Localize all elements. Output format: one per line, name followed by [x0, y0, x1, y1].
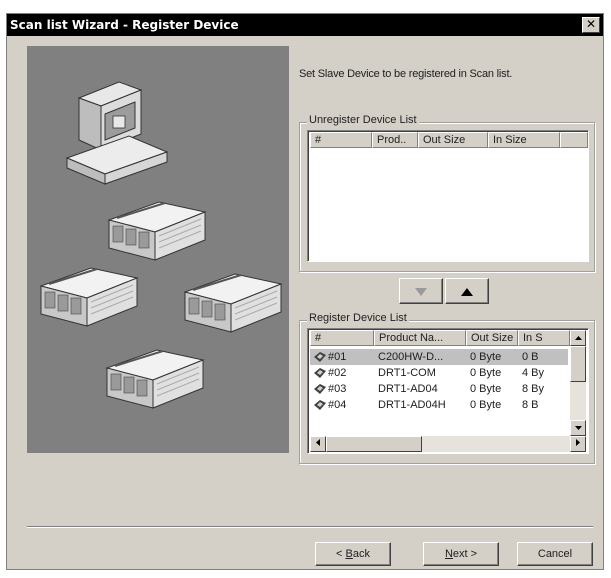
- title-bar[interactable]: Scan list Wizard - Register Device ✕: [7, 14, 603, 36]
- scroll-up-button[interactable]: [570, 330, 586, 346]
- scroll-down-icon: [574, 426, 582, 430]
- unregister-col-in-size[interactable]: In Size: [488, 132, 560, 148]
- arrow-down-icon: [415, 288, 427, 296]
- register-row[interactable]: #01 C200HW-D... 0 Byte 0 B: [310, 349, 568, 365]
- footer-separator: [27, 526, 593, 528]
- register-col-product[interactable]: Product Na...: [374, 330, 466, 346]
- register-row-in-size: 4 By: [522, 367, 545, 379]
- scroll-right-button[interactable]: [570, 436, 586, 452]
- register-group-label: Register Device List: [307, 312, 409, 324]
- unregister-col-number[interactable]: #: [310, 132, 372, 148]
- scroll-right-icon: [576, 439, 580, 446]
- device-icon: [314, 368, 326, 378]
- register-col-in-size[interactable]: In S: [518, 330, 570, 346]
- slave-device-unit-4: [106, 349, 204, 409]
- device-icon: [314, 384, 326, 394]
- register-row-product: DRT1-AD04H: [378, 399, 446, 411]
- register-row-number: #01: [328, 351, 347, 363]
- back-button-prefix: <: [336, 548, 346, 560]
- wizard-window: Scan list Wizard - Register Device ✕ Set…: [6, 13, 604, 570]
- close-button[interactable]: ✕: [582, 17, 600, 33]
- register-row-number: #02: [328, 367, 347, 379]
- device-icon: [314, 400, 326, 410]
- register-row-in-size: 0 B: [522, 351, 539, 363]
- register-col-out-size[interactable]: Out Size: [466, 330, 518, 346]
- register-row-number: #03: [328, 383, 347, 395]
- register-row[interactable]: #02 DRT1-COM 0 Byte 4 By: [310, 365, 568, 381]
- register-row[interactable]: #03 DRT1-AD04 0 Byte 8 By: [310, 381, 568, 397]
- unregister-col-out-size[interactable]: Out Size: [418, 132, 488, 148]
- register-row-out-size: 0 Byte: [470, 383, 502, 395]
- register-row-out-size: 0 Byte: [470, 367, 502, 379]
- register-row-number: #04: [328, 399, 347, 411]
- unregister-device-list[interactable]: # Prod.. Out Size In Size: [307, 130, 589, 262]
- register-row-out-size: 0 Byte: [470, 351, 502, 363]
- arrow-up-icon: [461, 288, 473, 296]
- register-device-list[interactable]: # Product Na... Out Size In S #01 C200HW…: [307, 328, 589, 454]
- unregister-col-product[interactable]: Prod..: [372, 132, 418, 148]
- next-button[interactable]: Next >: [423, 542, 499, 566]
- slave-device-unit-1: [108, 201, 206, 261]
- scroll-thumb[interactable]: [570, 346, 586, 382]
- register-row-in-size: 8 B: [522, 399, 539, 411]
- slave-device-unit-2: [40, 267, 138, 327]
- back-button[interactable]: < Back: [315, 542, 391, 566]
- register-horizontal-scrollbar[interactable]: [310, 436, 586, 452]
- scroll-up-icon: [574, 336, 582, 340]
- register-vertical-scrollbar[interactable]: [570, 330, 586, 436]
- slave-device-unit-3: [184, 273, 282, 333]
- horizontal-scroll-thumb[interactable]: [326, 436, 422, 452]
- move-down-button[interactable]: [399, 278, 443, 304]
- next-button-label: ext >: [452, 548, 478, 560]
- instruction-text: Set Slave Device to be registered in Sca…: [299, 68, 513, 80]
- scroll-left-button[interactable]: [310, 436, 326, 452]
- next-button-accelerator: N: [444, 548, 453, 560]
- cancel-button[interactable]: Cancel: [517, 542, 593, 566]
- register-col-number[interactable]: #: [310, 330, 374, 346]
- register-row-product: DRT1-AD04: [378, 383, 438, 395]
- network-illustration: [27, 46, 289, 453]
- unregister-group-label: Unregister Device List: [307, 114, 419, 126]
- move-up-button[interactable]: [445, 278, 489, 304]
- scroll-left-icon: [316, 439, 320, 446]
- register-row-product: DRT1-COM: [378, 367, 436, 379]
- window-title: Scan list Wizard - Register Device: [10, 18, 239, 32]
- register-row[interactable]: #04 DRT1-AD04H 0 Byte 8 B: [310, 397, 568, 413]
- register-row-in-size: 8 By: [522, 383, 545, 395]
- network-diagram-image: [40, 81, 282, 409]
- device-icon: [314, 352, 326, 362]
- close-icon: ✕: [585, 17, 597, 31]
- register-row-out-size: 0 Byte: [470, 399, 502, 411]
- computer-icon: [65, 81, 169, 185]
- unregister-col-filler: [560, 132, 588, 148]
- back-button-label: ack: [352, 548, 370, 560]
- register-row-product: C200HW-D...: [378, 351, 444, 363]
- back-button-accelerator: B: [345, 548, 353, 560]
- scroll-down-button[interactable]: [570, 420, 586, 436]
